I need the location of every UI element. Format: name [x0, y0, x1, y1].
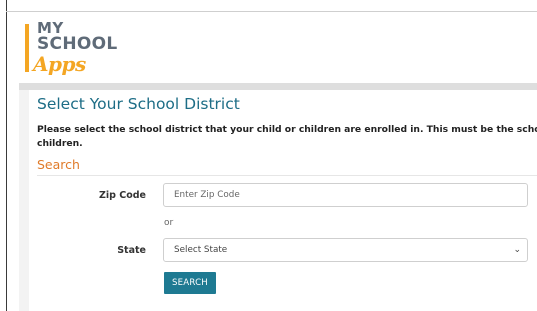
state-select[interactable]: Select State ⌄: [163, 238, 528, 262]
window-left-border: [6, 0, 7, 311]
content-top-strip: [19, 83, 537, 90]
zip-code-label: Zip Code: [99, 190, 146, 201]
logo-text-apps: Apps: [33, 52, 86, 76]
my-school-apps-logo[interactable]: MY SCHOOL Apps: [25, 20, 135, 82]
section-divider: [37, 175, 537, 176]
intro-text-line-2: children.: [37, 138, 83, 149]
intro-text: Please select the school district that y…: [37, 123, 537, 151]
page-title: Select Your School District: [37, 95, 240, 113]
or-separator: or: [164, 218, 174, 228]
state-select-value: Select State: [174, 245, 228, 255]
logo-accent-bar: [25, 24, 29, 72]
header-divider: [6, 11, 537, 12]
intro-text-line-1: Please select the school district that y…: [37, 124, 537, 135]
state-label: State: [117, 245, 146, 256]
zip-code-input[interactable]: [163, 183, 528, 207]
chevron-down-icon: ⌄: [513, 245, 521, 255]
search-section-title: Search: [37, 157, 80, 172]
search-button[interactable]: SEARCH: [164, 272, 216, 294]
